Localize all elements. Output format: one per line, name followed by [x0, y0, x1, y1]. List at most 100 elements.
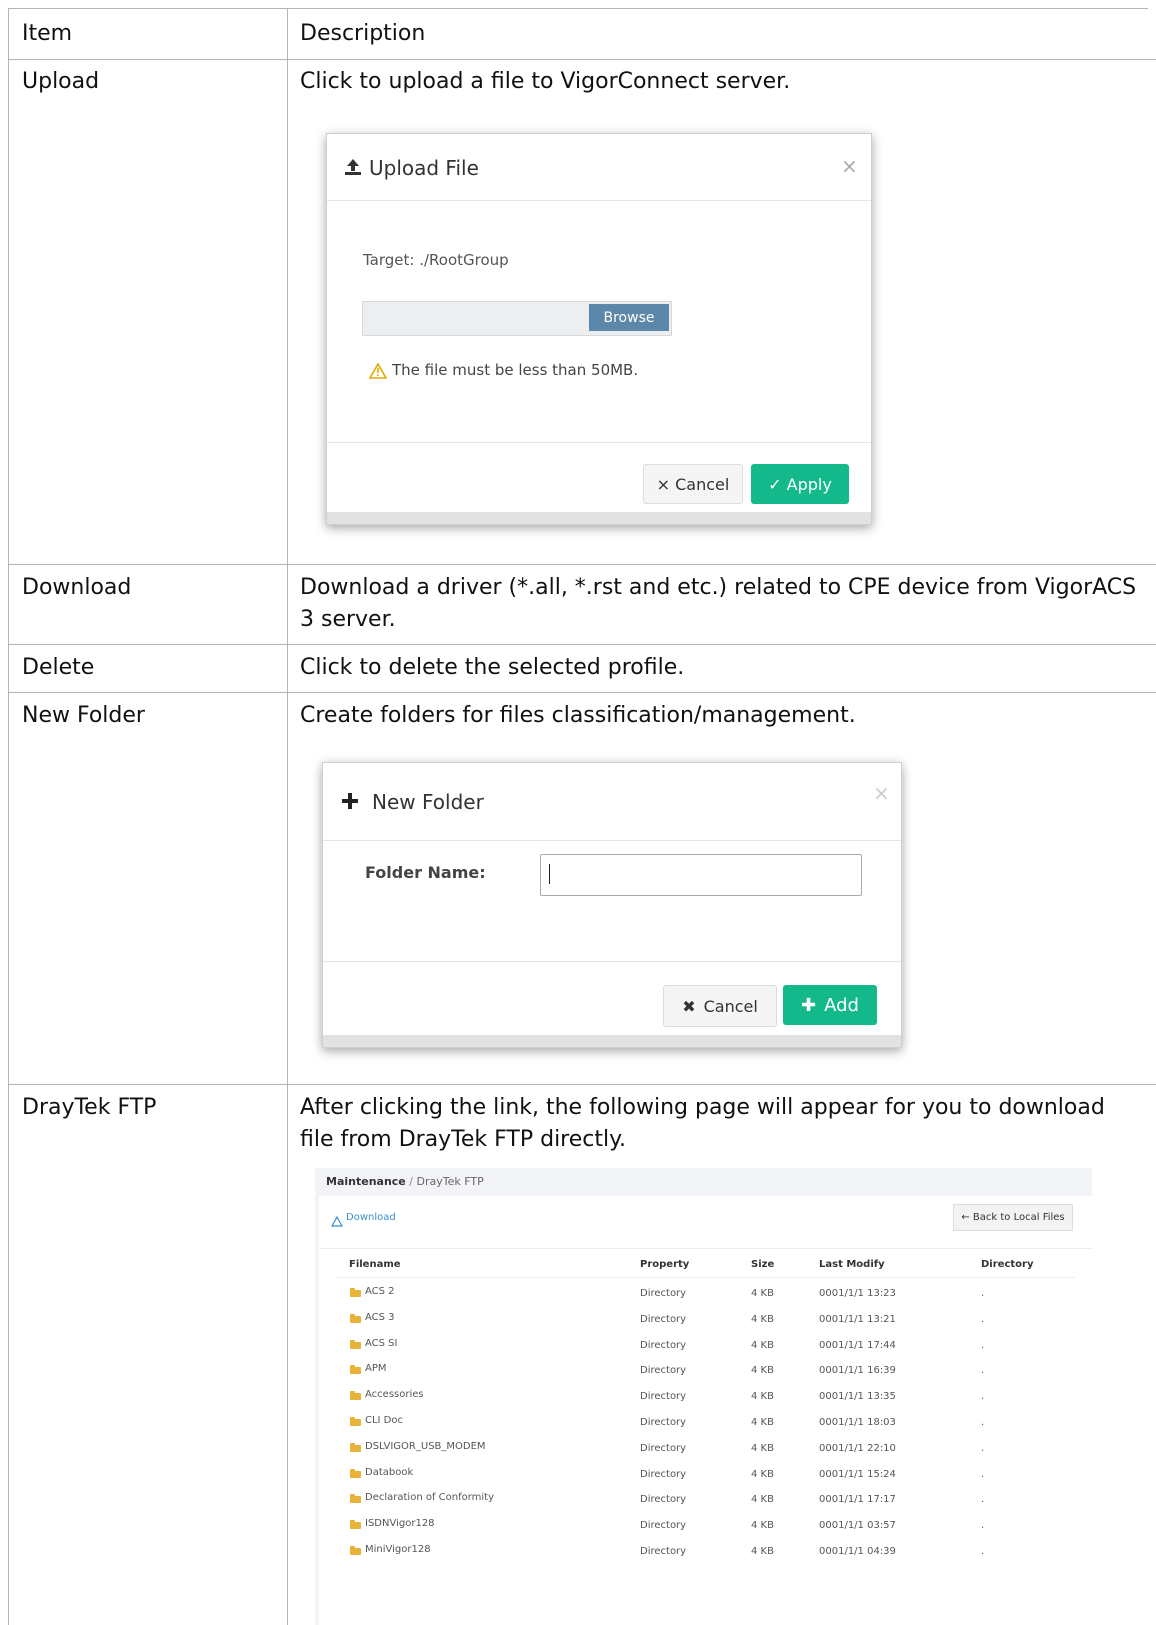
row-desc-download-2: 3 server. — [300, 607, 396, 632]
plus-icon: ✚ — [801, 994, 817, 1016]
ftp-card: Download ← Back to Local Files Filename P… — [319, 1196, 1092, 1625]
add-button[interactable]: ✚ Add — [783, 985, 877, 1025]
folder-icon — [350, 1365, 361, 1375]
add-label: Add — [824, 994, 859, 1016]
table-row-divider — [8, 564, 1156, 565]
size-cell: 4 KB — [751, 1546, 774, 1557]
modified-cell: 0001/1/1 17:44 — [819, 1339, 896, 1351]
table-row[interactable]: Declaration of Conformity Directory 4 KB 00… — [319, 1491, 1092, 1511]
row-desc-download-1: Download a driver (*.all, *.rst and etc.… — [300, 575, 1137, 600]
directory-cell: . — [981, 1339, 985, 1351]
cancel-label: Cancel — [703, 996, 758, 1016]
filename-cell[interactable]: ACS 3 — [365, 1312, 395, 1323]
apply-button[interactable]: ✓ Apply — [751, 464, 849, 504]
filename-cell[interactable]: CLI Doc — [365, 1415, 403, 1426]
modified-cell: 0001/1/1 18:03 — [819, 1417, 896, 1428]
download-link[interactable]: Download — [346, 1212, 396, 1223]
filename-cell[interactable]: Declaration of Conformity — [365, 1492, 494, 1503]
close-x-icon: ✖ — [682, 996, 696, 1016]
table-row[interactable]: Databook Directory 4 KB 0001/1/1 15:24. — [319, 1466, 1092, 1486]
filename-cell[interactable]: ISDNVigor128 — [365, 1518, 435, 1529]
folder-icon — [350, 1442, 361, 1452]
divider — [323, 840, 901, 841]
close-icon[interactable]: × — [841, 154, 858, 178]
breadcrumb-root[interactable]: Maintenance — [326, 1175, 406, 1188]
folder-name-label: Folder Name: — [365, 863, 486, 882]
table-row-divider — [8, 644, 1156, 645]
row-desc-delete: Click to delete the selected profile. — [300, 655, 685, 680]
back-to-local-files-button[interactable]: ← Back to Local Files — [953, 1204, 1073, 1231]
directory-cell: . — [981, 1546, 985, 1557]
ftp-column-header[interactable]: Last Modify — [819, 1259, 885, 1270]
row-desc-upload: Click to upload a file to VigorConnect s… — [300, 69, 791, 94]
directory-cell: . — [981, 1520, 985, 1532]
filename-cell[interactable]: Databook — [365, 1467, 413, 1478]
header-item: Item — [22, 21, 73, 46]
ftp-column-header[interactable]: Property — [640, 1259, 689, 1270]
table-row[interactable]: ISDNVigor128 Directory 4 KB 0001/1/1 03:57. — [319, 1517, 1092, 1537]
filename-cell[interactable]: Accessories — [365, 1389, 424, 1400]
table-row[interactable]: ACS 2 Directory 4 KB 0001/1/1 13:23. — [319, 1285, 1092, 1305]
ftp-column-header[interactable]: Directory — [981, 1259, 1033, 1270]
ftp-column-header[interactable]: Filename — [349, 1259, 401, 1270]
folder-name-input[interactable] — [540, 854, 862, 896]
property-cell: Directory — [640, 1468, 687, 1480]
table-row-divider — [8, 692, 1156, 693]
table-row-divider — [8, 1084, 1156, 1085]
upload-file-dialog: Upload File × Target: ./RootGroup Browse… — [326, 133, 872, 525]
table-col-divider — [287, 8, 288, 1625]
row-item-delete: Delete — [22, 655, 95, 680]
modified-cell: 0001/1/1 17:17 — [819, 1494, 896, 1506]
table-row[interactable]: ACS SI Directory 4 KB 0001/1/1 17:44. — [319, 1337, 1092, 1357]
cancel-button[interactable]: × Cancel — [643, 464, 743, 504]
table-row[interactable]: DSLVIGOR_USB_MODEM Directory 4 KB 0001/1/1 … — [319, 1440, 1092, 1460]
directory-cell: . — [981, 1365, 985, 1377]
warning-icon — [368, 362, 388, 383]
folder-icon — [350, 1468, 361, 1478]
table-row[interactable]: ACS 3 Directory 4 KB 0001/1/1 13:21. — [319, 1311, 1092, 1331]
new-folder-dialog: New Folder × Folder Name: ✖ Cancel ✚ Add — [322, 762, 902, 1048]
directory-cell: . — [981, 1417, 985, 1428]
close-icon[interactable]: × — [873, 781, 890, 805]
browse-button[interactable]: Browse — [589, 304, 669, 331]
directory-cell: . — [981, 1442, 985, 1454]
divider — [319, 1248, 1092, 1249]
row-item-new-folder: New Folder — [22, 703, 145, 728]
row-desc-draytek-ftp-1: After clicking the link, the following p… — [300, 1095, 1105, 1120]
filename-cell[interactable]: APM — [365, 1363, 387, 1374]
size-cell: 4 KB — [751, 1417, 774, 1428]
plus-icon — [341, 792, 359, 814]
ftp-column-header[interactable]: Size — [751, 1259, 774, 1270]
folder-icon — [350, 1520, 361, 1530]
filename-cell[interactable]: MiniVigor128 — [365, 1544, 431, 1555]
row-item-upload: Upload — [22, 69, 100, 94]
folder-icon — [350, 1339, 361, 1349]
modified-cell: 0001/1/1 16:39 — [819, 1365, 896, 1377]
cancel-button[interactable]: ✖ Cancel — [663, 985, 777, 1027]
modified-cell: 0001/1/1 15:24 — [819, 1468, 896, 1480]
upload-target: Target: ./RootGroup — [363, 251, 509, 269]
table-row[interactable]: MiniVigor128 Directory 4 KB 0001/1/1 04:39. — [319, 1543, 1092, 1563]
size-cell: 4 KB — [751, 1391, 774, 1403]
dialog-footer-bar — [327, 512, 871, 524]
size-cell: 4 KB — [751, 1313, 774, 1325]
size-cell: 4 KB — [751, 1520, 774, 1532]
table-row[interactable]: APM Directory 4 KB 0001/1/1 16:39. — [319, 1362, 1092, 1382]
filename-cell[interactable]: ACS 2 — [365, 1286, 395, 1297]
table-row[interactable]: Accessories Directory 4 KB 0001/1/1 13:35. — [319, 1388, 1092, 1408]
upload-dialog-title: Upload File — [369, 156, 479, 180]
filename-cell[interactable]: ACS SI — [365, 1338, 397, 1349]
size-cell: 4 KB — [751, 1339, 774, 1351]
filename-cell[interactable]: DSLVIGOR_USB_MODEM — [365, 1441, 486, 1452]
property-cell: Directory — [640, 1313, 687, 1325]
breadcrumb-separator: / — [409, 1175, 413, 1188]
table-row[interactable]: CLI Doc Directory 4 KB 0001/1/1 18:03. — [319, 1414, 1092, 1434]
dialog-footer-bar — [323, 1035, 901, 1047]
row-item-download: Download — [22, 575, 132, 600]
property-cell: Directory — [640, 1417, 687, 1428]
folder-icon — [350, 1546, 361, 1555]
size-cell: 4 KB — [751, 1365, 774, 1377]
draytek-ftp-page: Maintenance / DrayTek FTP Download ← Bac… — [315, 1168, 1092, 1625]
breadcrumb-current: DrayTek FTP — [416, 1175, 484, 1188]
breadcrumb: Maintenance / DrayTek FTP — [326, 1175, 484, 1188]
